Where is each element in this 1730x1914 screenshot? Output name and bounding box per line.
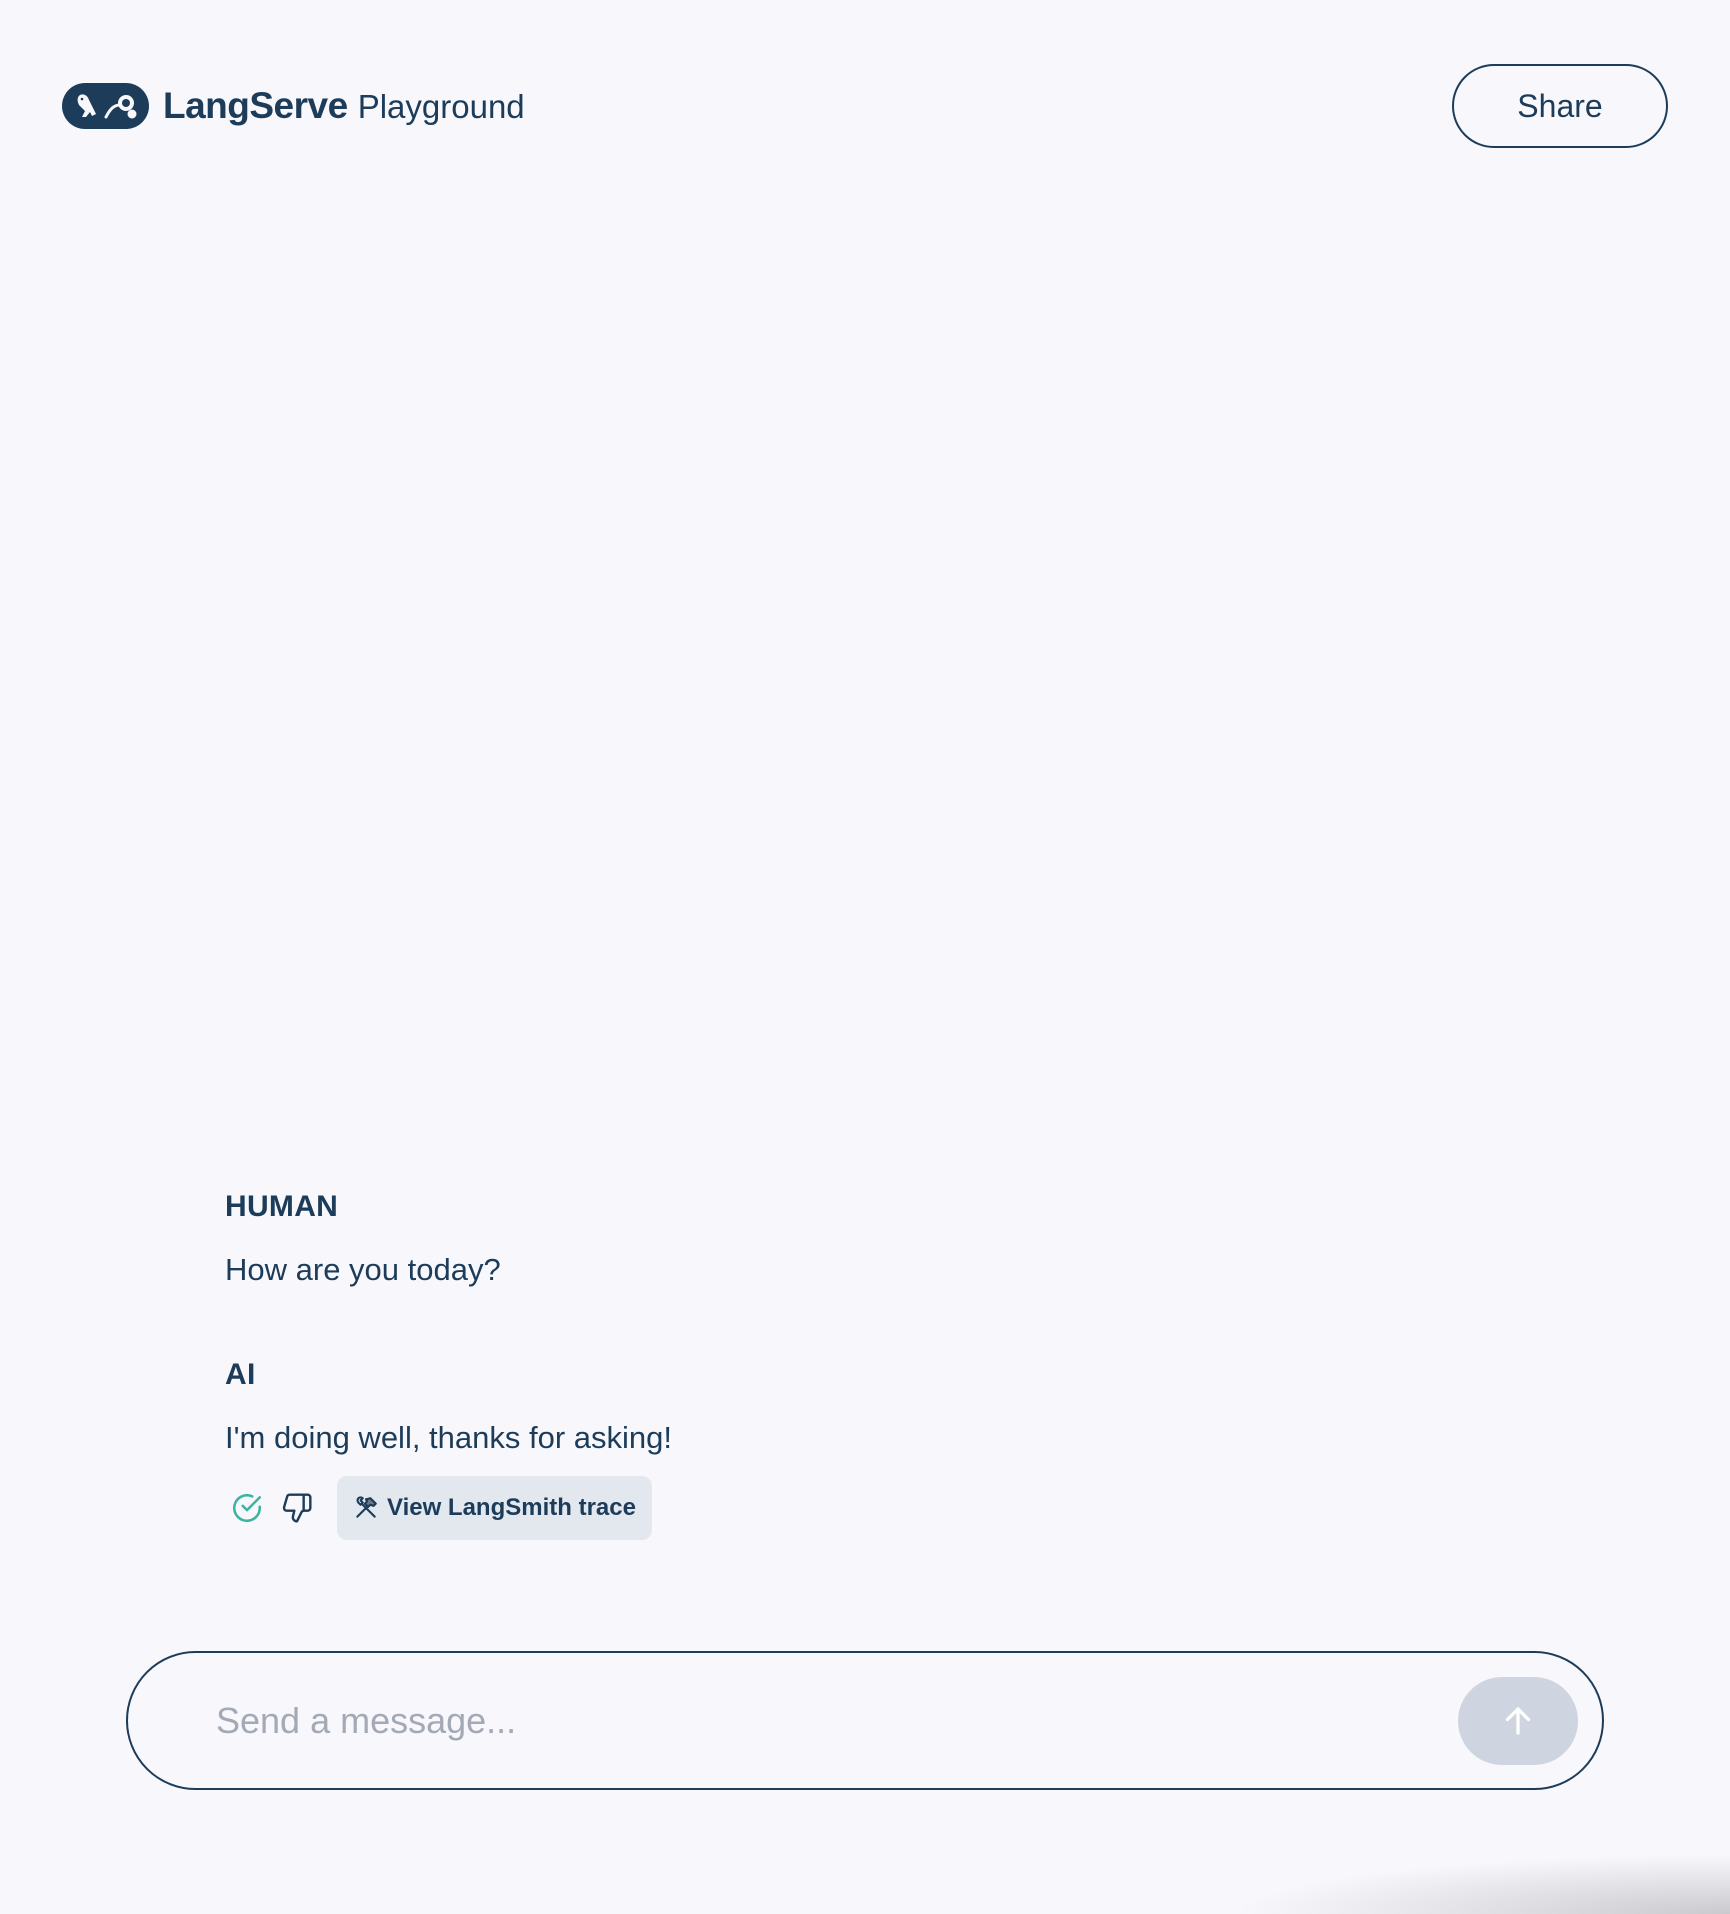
- message-actions: View LangSmith trace: [229, 1476, 1505, 1540]
- brand-name: LangServe: [163, 85, 348, 126]
- hammer-wrench-icon: [356, 1496, 377, 1518]
- feedback-negative-button[interactable]: [279, 1490, 315, 1526]
- message-ai: AI I'm doing well, thanks for asking! Vi…: [225, 1358, 1505, 1540]
- chat-messages: HUMAN How are you today? AI I'm doing we…: [225, 1190, 1505, 1540]
- message-text: How are you today?: [225, 1252, 501, 1287]
- corner-shadow: [1230, 1854, 1730, 1914]
- brand: LangServe Playground: [62, 83, 525, 129]
- message-human: HUMAN How are you today?: [225, 1190, 1505, 1288]
- brand-subtitle: Playground: [357, 88, 525, 125]
- view-langsmith-trace-label: View LangSmith trace: [387, 1494, 636, 1521]
- check-circle-icon: [232, 1493, 262, 1523]
- brand-text: LangServe Playground: [163, 85, 525, 127]
- send-button[interactable]: [1458, 1676, 1578, 1765]
- message-role: HUMAN: [225, 1190, 339, 1223]
- message-text: I'm doing well, thanks for asking!: [225, 1420, 673, 1455]
- message-role: AI: [225, 1358, 256, 1391]
- app-header: LangServe Playground Share: [62, 64, 1668, 148]
- arrow-up-icon: [1505, 1706, 1531, 1735]
- view-langsmith-trace-button[interactable]: View LangSmith trace: [337, 1476, 652, 1540]
- message-composer: [126, 1651, 1604, 1790]
- thumbs-down-icon: [282, 1493, 312, 1523]
- share-button[interactable]: Share: [1452, 64, 1668, 148]
- feedback-positive-button[interactable]: [229, 1490, 265, 1526]
- message-input[interactable]: [216, 1699, 1458, 1742]
- langchain-logo-icon: [62, 83, 149, 129]
